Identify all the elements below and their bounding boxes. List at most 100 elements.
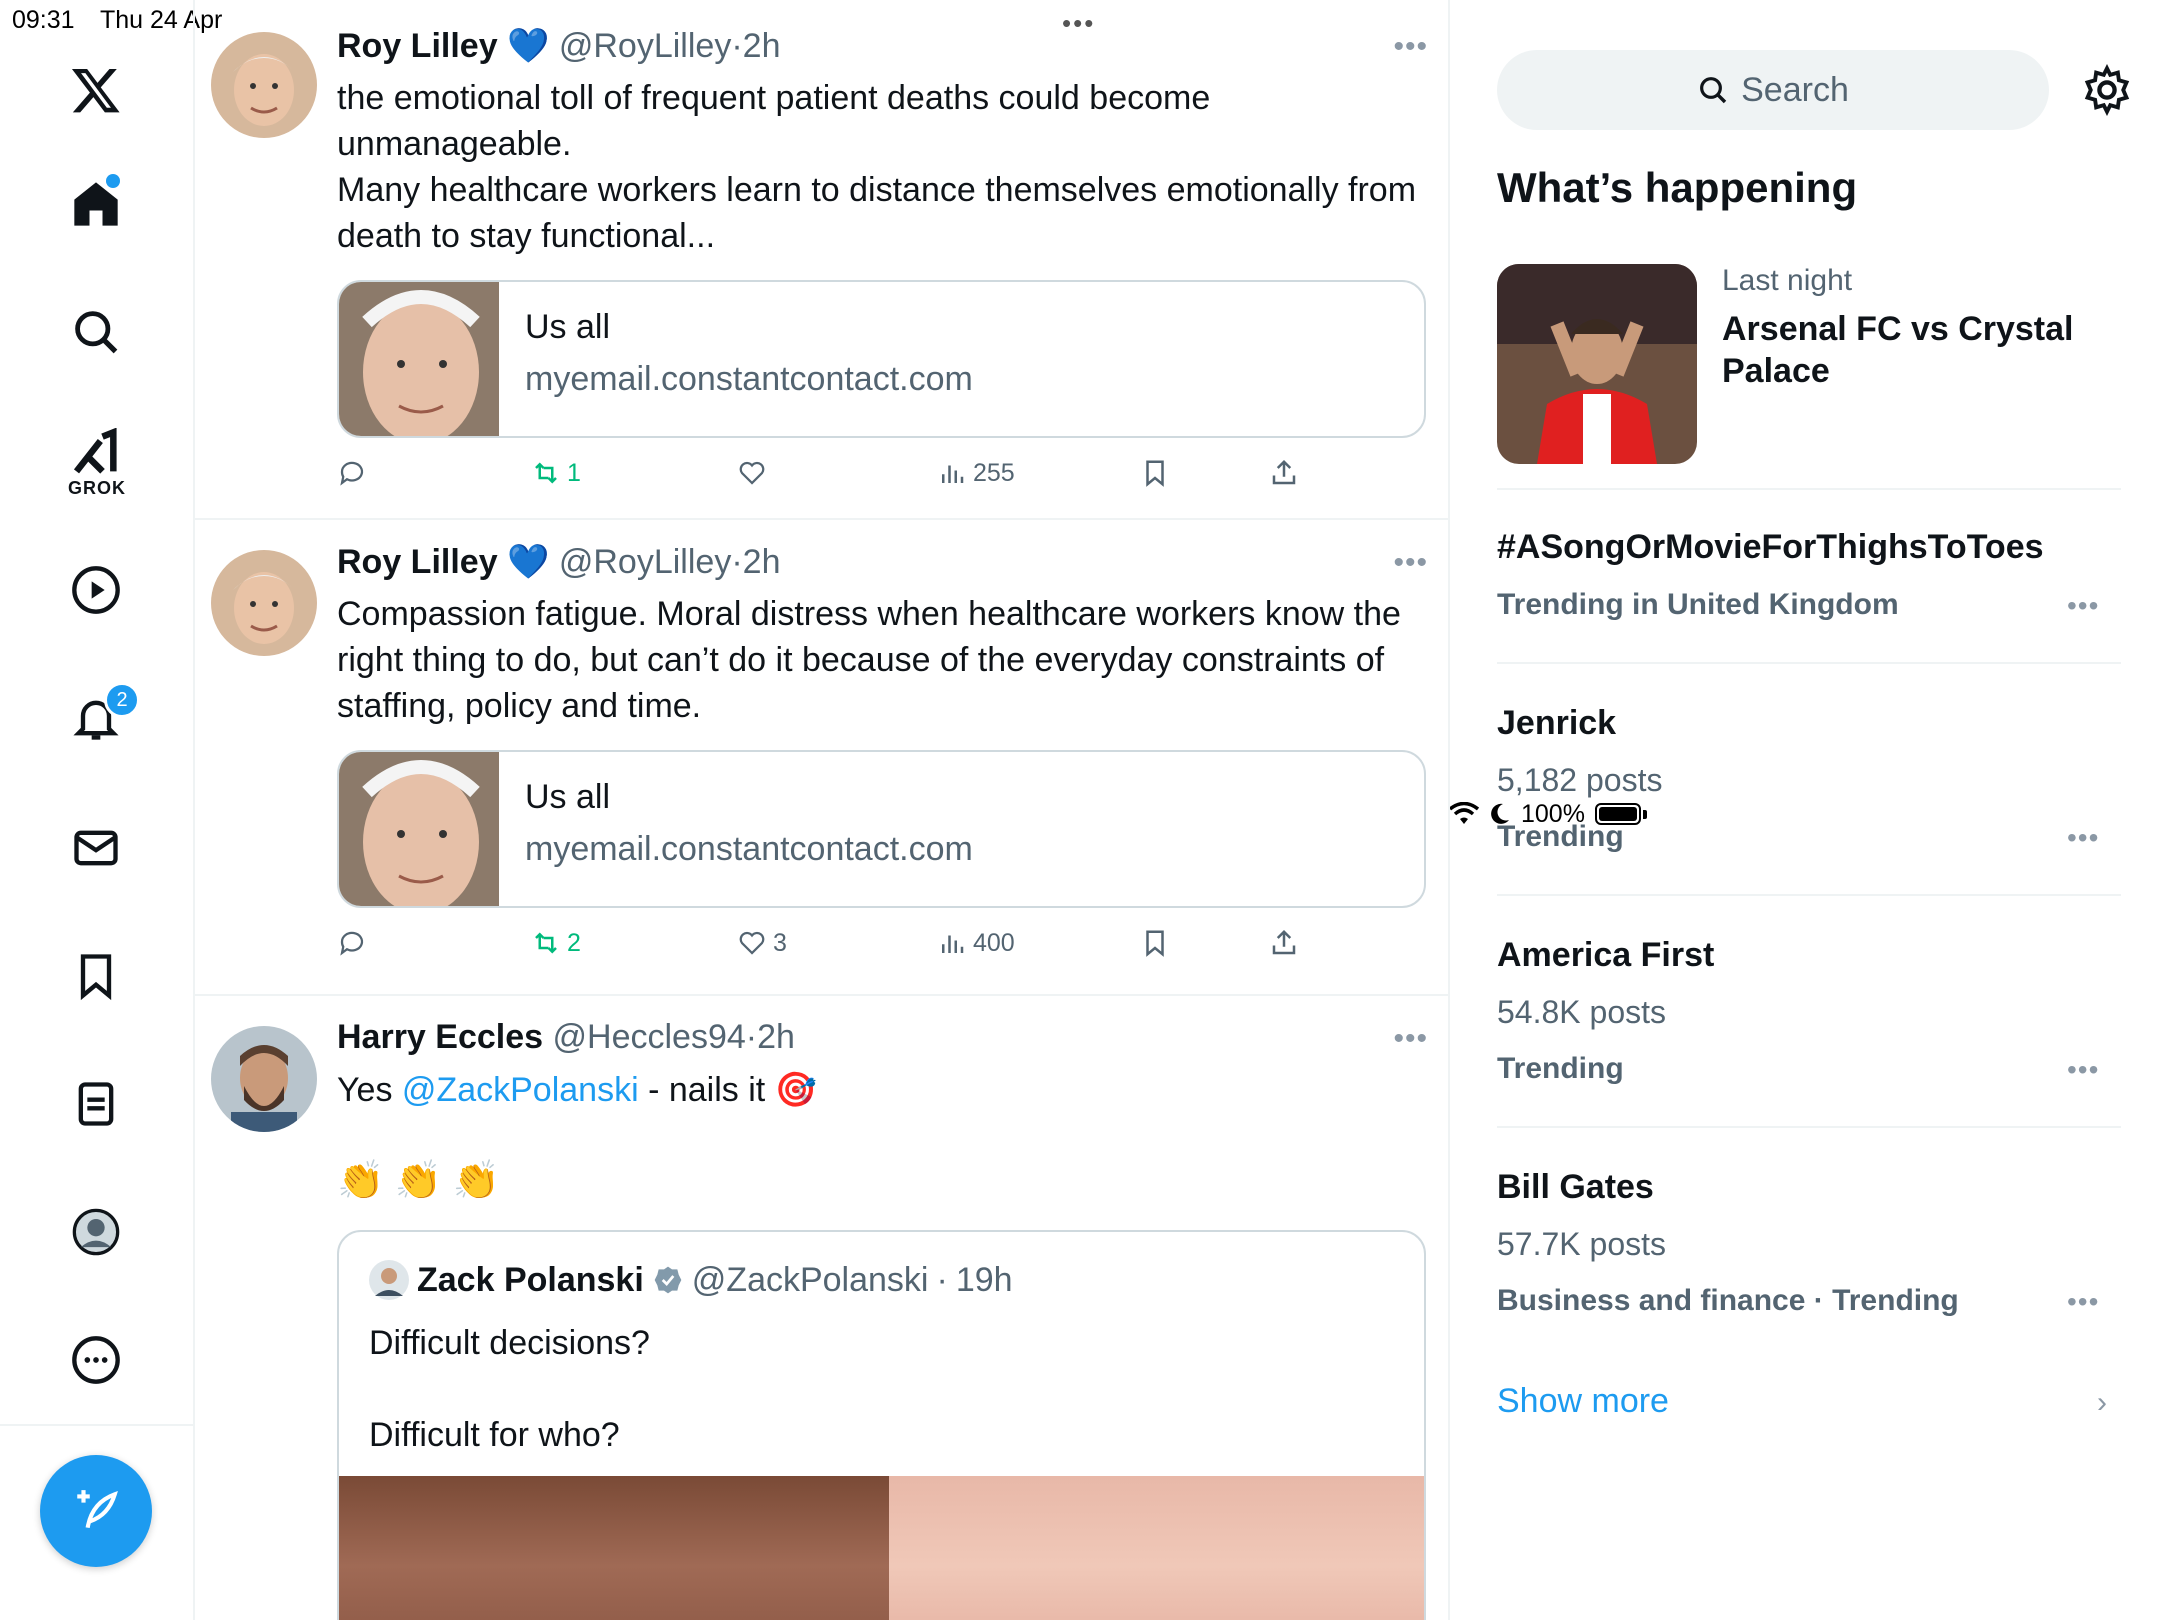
trend-subtitle: Trending in United Kingdom — [1497, 588, 1899, 621]
like-button[interactable]: 3 — [737, 928, 787, 958]
tweet[interactable]: Roy Lilley 💙 @RoyLilley·2h ••• Compassio… — [194, 520, 1448, 996]
trend-more-icon[interactable]: ••• — [2067, 590, 2099, 622]
link-card-title: Us all — [525, 778, 611, 816]
tweet[interactable]: Harry Eccles @Heccles94·2h ••• Yes @Zack… — [194, 996, 1448, 1620]
bookmark-button[interactable] — [1140, 928, 1170, 958]
verified-badge-icon — [654, 1266, 682, 1294]
share-button[interactable] — [1269, 928, 1299, 958]
avatar[interactable] — [369, 1260, 409, 1300]
event-thumbnail[interactable] — [1497, 264, 1697, 464]
tweet-time: 2h — [757, 1018, 795, 1056]
compose-post-button[interactable] — [40, 1455, 152, 1567]
bookmarks-icon[interactable] — [60, 940, 132, 1012]
video-play-icon[interactable] — [60, 554, 132, 626]
event-meta: Last night — [1722, 264, 1853, 297]
trend-more-icon[interactable]: ••• — [2067, 1054, 2099, 1086]
messages-envelope-icon[interactable] — [60, 812, 132, 884]
trend-title[interactable]: America First — [1497, 936, 1714, 975]
reply-icon — [340, 931, 364, 956]
sidebar-nav: GROK 2 — [0, 0, 195, 1620]
tweet[interactable]: Roy Lilley 💙 @RoyLilley·2h ••• the emoti… — [194, 0, 1448, 520]
like-count: 3 — [773, 928, 787, 957]
home-icon[interactable] — [60, 168, 132, 240]
views-chart-icon — [942, 935, 964, 953]
quote-image-right[interactable] — [889, 1476, 1424, 1620]
trend-more-icon[interactable]: ••• — [2067, 1286, 2099, 1318]
gear-icon[interactable] — [2081, 64, 2133, 116]
grok-label: GROK — [68, 478, 126, 498]
share-icon — [1272, 929, 1296, 955]
views-count: 400 — [973, 928, 1015, 957]
avatar[interactable] — [211, 1026, 317, 1132]
author-name[interactable]: Roy Lilley — [337, 27, 498, 65]
blue-heart-emoji: 💙 — [507, 27, 550, 65]
retweet-count: 1 — [567, 458, 581, 487]
link-card[interactable]: Us all myemail.constantcontact.com — [337, 280, 1426, 438]
views-chart-icon — [942, 465, 964, 483]
x-logo-icon[interactable] — [60, 54, 132, 126]
share-button[interactable] — [1269, 458, 1299, 488]
tweet-time: 2h — [742, 543, 781, 581]
reply-button[interactable] — [337, 458, 367, 488]
share-icon — [1272, 459, 1296, 485]
reply-icon — [340, 461, 364, 486]
author-name[interactable]: Harry Eccles — [337, 1018, 543, 1056]
tweet-actions: 2 3 400 — [337, 928, 1426, 968]
views-count: 255 — [973, 458, 1015, 487]
quote-author-name[interactable]: Zack Polanski — [417, 1261, 644, 1300]
tweet-more-icon[interactable]: ••• — [1393, 546, 1428, 580]
divider — [1497, 662, 2121, 664]
link-card[interactable]: Us all myemail.constantcontact.com — [337, 750, 1426, 908]
chevron-right-icon[interactable]: › — [2097, 1386, 2107, 1420]
divider — [1497, 894, 2121, 896]
tweet-text: Compassion fatigue. Moral distress when … — [337, 595, 1401, 725]
timeline-feed: Roy Lilley 💙 @RoyLilley·2h ••• the emoti… — [194, 0, 1450, 1620]
tweet-text: Yes @ZackPolanski - nails it 🎯 — [337, 1071, 818, 1109]
trend-more-icon[interactable]: ••• — [2067, 822, 2099, 854]
views-button[interactable]: 400 — [937, 928, 1015, 958]
author-handle[interactable]: @Heccles94 — [553, 1018, 746, 1056]
search-icon[interactable] — [60, 296, 132, 368]
bookmark-icon — [1146, 930, 1164, 957]
profile-avatar-icon[interactable] — [60, 1196, 132, 1268]
trend-post-count: 57.7K posts — [1497, 1226, 1666, 1262]
sidebar-divider — [0, 1424, 193, 1426]
right-sidebar: Search What’s happening Last night Arsen… — [1449, 0, 2160, 1620]
retweet-button[interactable]: 1 — [531, 458, 581, 488]
tweet-time: 2h — [742, 27, 781, 65]
whats-happening-title: What’s happening — [1497, 164, 1858, 211]
retweet-count: 2 — [567, 928, 581, 957]
trend-title[interactable]: #ASongOrMovieForThighsToToes — [1497, 528, 2044, 567]
trend-title[interactable]: Bill Gates — [1497, 1168, 1654, 1207]
trend-post-count: 5,182 posts — [1497, 762, 1663, 798]
lists-icon[interactable] — [60, 1068, 132, 1140]
trend-post-count: 54.8K posts — [1497, 994, 1666, 1030]
tweet-header: Roy Lilley 💙 @RoyLilley·2h — [337, 543, 781, 581]
views-button[interactable]: 255 — [937, 458, 1015, 488]
avatar[interactable] — [211, 32, 317, 138]
quote-author-handle[interactable]: @ZackPolanski — [692, 1261, 929, 1300]
author-name[interactable]: Roy Lilley — [337, 543, 498, 581]
like-button[interactable] — [737, 458, 773, 488]
avatar[interactable] — [211, 550, 317, 656]
event-title[interactable]: Arsenal FC vs Crystal Palace — [1722, 308, 2122, 392]
mention-link[interactable]: @ZackPolanski — [402, 1071, 639, 1109]
home-unread-dot — [106, 174, 120, 188]
link-card-url: myemail.constantcontact.com — [525, 360, 973, 398]
quote-text: Difficult decisions? Difficult for who? — [369, 1324, 650, 1454]
more-options-icon[interactable] — [60, 1324, 132, 1396]
show-more-link[interactable]: Show more — [1497, 1382, 1669, 1421]
trend-title[interactable]: Jenrick — [1497, 704, 1616, 743]
search-input[interactable]: Search — [1497, 50, 2049, 130]
author-handle[interactable]: @RoyLilley — [559, 543, 731, 581]
tweet-more-icon[interactable]: ••• — [1393, 30, 1428, 64]
reply-button[interactable] — [337, 928, 367, 958]
quoted-tweet[interactable]: Zack Polanski @ZackPolanski · 19h Difficul… — [337, 1230, 1426, 1620]
author-handle[interactable]: @RoyLilley — [559, 27, 731, 65]
bookmark-button[interactable] — [1140, 458, 1170, 488]
tweet-actions: 1 255 — [337, 458, 1426, 498]
retweet-button[interactable]: 2 — [531, 928, 581, 958]
tweet-text: the emotional toll of frequent patient d… — [337, 79, 1417, 255]
quote-image-left[interactable] — [339, 1476, 889, 1620]
tweet-more-icon[interactable]: ••• — [1393, 1022, 1428, 1056]
